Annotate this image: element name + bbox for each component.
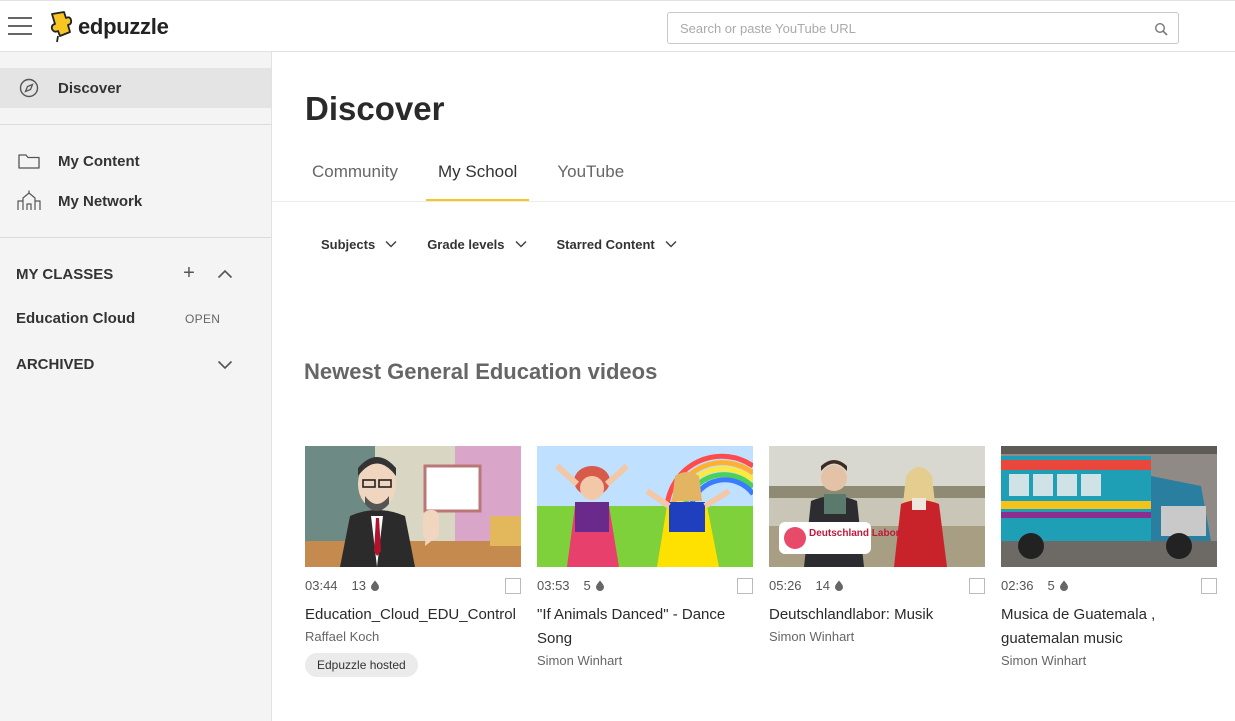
filter-label: Starred Content bbox=[556, 236, 655, 252]
select-checkbox[interactable] bbox=[737, 578, 753, 594]
question-count-value: 5 bbox=[583, 577, 591, 593]
video-author[interactable]: Simon Winhart bbox=[769, 629, 985, 644]
search-input[interactable] bbox=[668, 13, 1148, 43]
question-drop-icon bbox=[371, 580, 380, 591]
sidebar-item-discover[interactable]: Discover bbox=[0, 68, 271, 108]
tab-bar: Community My School YouTube bbox=[300, 160, 652, 202]
dancing-women-thumbnail bbox=[537, 446, 753, 567]
chevron-down-icon bbox=[665, 240, 677, 248]
video-duration: 05:26 bbox=[769, 577, 802, 593]
video-meta: 03:53 5 bbox=[537, 567, 753, 603]
compass-icon bbox=[19, 78, 39, 98]
select-checkbox[interactable] bbox=[969, 578, 985, 594]
tab-community[interactable]: Community bbox=[300, 160, 410, 202]
video-duration: 02:36 bbox=[1001, 577, 1034, 593]
question-count-value: 13 bbox=[351, 577, 367, 593]
select-checkbox[interactable] bbox=[505, 578, 521, 594]
question-count: 14 bbox=[816, 578, 844, 593]
video-duration: 03:44 bbox=[305, 577, 338, 593]
sidebar: Discover My Content My Network MY CLASSE… bbox=[0, 52, 272, 721]
question-count: 5 bbox=[584, 578, 605, 593]
chevron-down-icon bbox=[385, 240, 397, 248]
question-count: 13 bbox=[352, 578, 380, 593]
logo-text: edpuzzle bbox=[78, 14, 169, 39]
my-classes-heading: MY CLASSES bbox=[16, 266, 114, 283]
sidebar-item-my-network[interactable]: My Network bbox=[0, 181, 271, 221]
video-thumbnail[interactable]: Deutschland Labor bbox=[769, 446, 985, 567]
select-checkbox[interactable] bbox=[1201, 578, 1217, 594]
video-meta: 02:36 5 bbox=[1001, 567, 1217, 603]
grade-levels-dropdown[interactable]: Grade levels bbox=[427, 234, 527, 254]
tab-my-school[interactable]: My School bbox=[425, 160, 530, 202]
folder-icon bbox=[18, 154, 40, 169]
section-heading: Newest General Education videos bbox=[304, 359, 658, 384]
archived-heading[interactable]: ARCHIVED bbox=[16, 356, 94, 373]
two-people-outdoors-thumbnail: Deutschland Labor bbox=[769, 446, 985, 567]
question-count-value: 14 bbox=[815, 577, 831, 593]
video-author[interactable]: Simon Winhart bbox=[537, 653, 753, 668]
sidebar-item-label: My Content bbox=[58, 152, 140, 170]
menu-icon[interactable] bbox=[8, 17, 32, 37]
question-drop-icon bbox=[835, 580, 844, 591]
video-thumbnail[interactable] bbox=[537, 446, 753, 567]
thumbnail-logo-text: Deutschland Labor bbox=[809, 528, 900, 539]
edpuzzle-logo[interactable]: edpuzzle bbox=[46, 10, 169, 44]
video-card[interactable]: 03:53 5 "If Animals Danced" - Dance Song… bbox=[537, 446, 753, 677]
sidebar-item-label: Discover bbox=[58, 79, 122, 97]
cartoon-presenter-thumbnail bbox=[305, 446, 521, 567]
question-drop-icon bbox=[1059, 580, 1068, 591]
question-drop-icon bbox=[595, 580, 604, 591]
starred-content-dropdown[interactable]: Starred Content bbox=[557, 234, 677, 254]
puzzle-logo-icon bbox=[50, 11, 73, 43]
video-duration: 03:53 bbox=[537, 577, 570, 593]
main-content: Discover Community My School YouTube Sub… bbox=[272, 52, 1235, 721]
video-card[interactable]: 02:36 5 Musica de Guatemala , guatemalan… bbox=[1001, 446, 1217, 677]
video-meta: 05:26 14 bbox=[769, 567, 985, 603]
chevron-down-icon[interactable] bbox=[217, 360, 233, 370]
video-title[interactable]: Musica de Guatemala , guatemalan music bbox=[1001, 603, 1217, 651]
tab-youtube[interactable]: YouTube bbox=[545, 160, 636, 202]
video-title[interactable]: "If Animals Danced" - Dance Song bbox=[537, 603, 753, 651]
painted-bus-thumbnail bbox=[1001, 446, 1217, 567]
video-author[interactable]: Raffael Koch bbox=[305, 629, 521, 644]
video-meta: 03:44 13 bbox=[305, 567, 521, 603]
class-item-name[interactable]: Education Cloud bbox=[16, 310, 135, 327]
video-author[interactable]: Simon Winhart bbox=[1001, 653, 1217, 668]
chevron-down-icon bbox=[514, 240, 527, 248]
sidebar-item-label: My Network bbox=[58, 192, 143, 210]
filter-label: Grade levels bbox=[427, 236, 505, 252]
chevron-up-icon[interactable] bbox=[217, 269, 233, 279]
page-title: Discover bbox=[305, 90, 445, 127]
video-card[interactable]: 03:44 13 Education_Cloud_EDU_Control Raf… bbox=[305, 446, 521, 677]
edpuzzle-hosted-badge: Edpuzzle hosted bbox=[305, 653, 418, 677]
sidebar-item-my-content[interactable]: My Content bbox=[0, 141, 271, 181]
video-thumbnail[interactable] bbox=[1001, 446, 1217, 567]
filter-label: Subjects bbox=[321, 236, 376, 252]
sidebar-divider bbox=[0, 124, 271, 125]
filter-bar: Subjects Grade levels Starred Content bbox=[321, 234, 707, 254]
search-box bbox=[667, 12, 1179, 44]
question-count: 5 bbox=[1048, 578, 1069, 593]
school-building-icon bbox=[17, 190, 41, 210]
tabs-divider bbox=[272, 201, 1235, 202]
video-title[interactable]: Education_Cloud_EDU_Control bbox=[305, 603, 521, 627]
subjects-dropdown[interactable]: Subjects bbox=[321, 234, 397, 254]
video-card[interactable]: Deutschland Labor 05:26 14 Deutschlandla… bbox=[769, 446, 985, 677]
video-thumbnail[interactable] bbox=[305, 446, 521, 567]
video-title[interactable]: Deutschlandlabor: Musik bbox=[769, 603, 985, 627]
search-icon[interactable] bbox=[1154, 22, 1168, 36]
sidebar-divider bbox=[0, 237, 271, 238]
add-class-icon[interactable]: + bbox=[180, 263, 198, 283]
open-class-button[interactable]: OPEN bbox=[185, 312, 220, 326]
top-bar: edpuzzle bbox=[0, 0, 1235, 52]
question-count-value: 5 bbox=[1047, 577, 1055, 593]
video-list: 03:44 13 Education_Cloud_EDU_Control Raf… bbox=[305, 446, 1233, 677]
